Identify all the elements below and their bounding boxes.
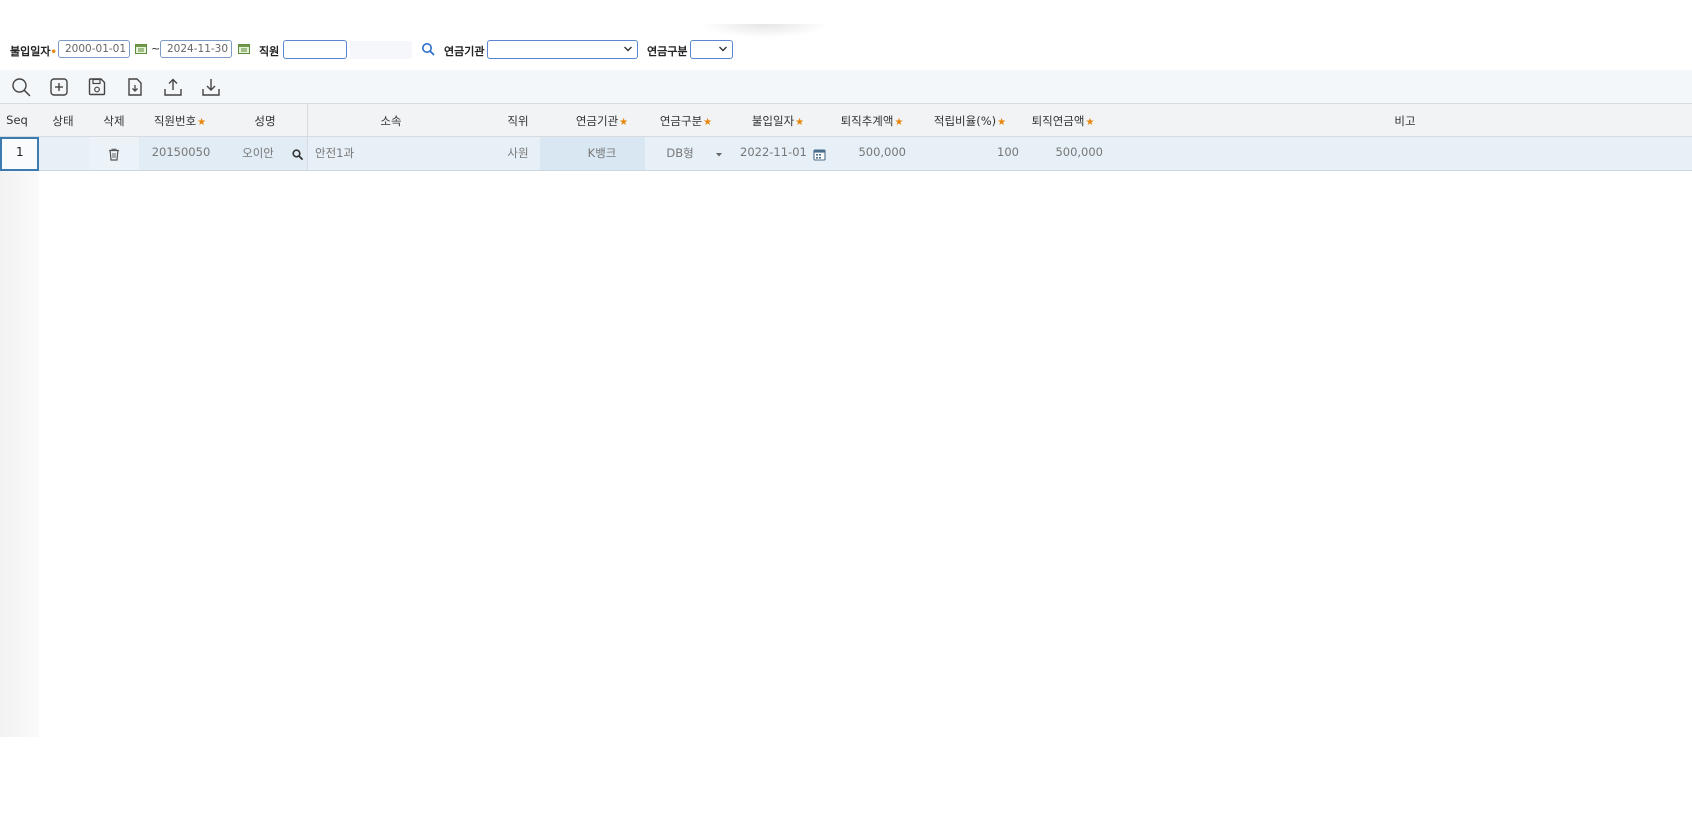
employee-label: 직원 — [259, 45, 280, 58]
calendar-icon[interactable] — [238, 43, 250, 54]
date-to-input[interactable]: 2024-11-30 — [160, 40, 232, 58]
search-icon[interactable] — [421, 42, 435, 56]
col-header-emp-no[interactable]: 직원번호★ — [154, 113, 206, 129]
institution-label: 연금기관 — [444, 45, 485, 58]
upload-icon[interactable] — [163, 77, 183, 97]
grid-header: Seq 상태 삭제 직원번호★ 성명 소속 직위 연금기관★ 연금구분★ 불입일… — [0, 103, 1692, 138]
download-icon[interactable] — [201, 77, 221, 97]
col-header-status[interactable]: 상태 — [52, 113, 73, 129]
dept-cell[interactable]: 안전1과 — [315, 145, 354, 161]
trash-icon[interactable] — [108, 148, 120, 161]
type-select[interactable] — [690, 40, 733, 59]
col-header-note[interactable]: 비고 — [1394, 113, 1415, 129]
pension-amount-cell[interactable]: 500,000 — [1055, 145, 1103, 159]
employee-input[interactable] — [283, 40, 347, 59]
institution-select[interactable] — [487, 40, 638, 59]
frozen-divider — [307, 104, 308, 138]
position-cell[interactable]: 사원 — [507, 145, 528, 161]
col-header-position[interactable]: 직위 — [507, 113, 528, 129]
seq-cell[interactable]: 1 — [0, 137, 39, 171]
col-header-name[interactable]: 성명 — [254, 113, 275, 129]
date-range-separator: ~ — [151, 42, 161, 55]
chevron-down-icon — [719, 46, 727, 52]
name-cell[interactable]: 오이안 — [242, 145, 274, 161]
date-from-input[interactable]: 2000-01-01 — [58, 40, 130, 58]
col-header-pay-date[interactable]: 불입일자★ — [752, 113, 804, 129]
chevron-down-icon — [624, 46, 632, 52]
add-icon[interactable] — [49, 77, 69, 97]
calendar-icon[interactable] — [813, 148, 826, 161]
col-header-dept[interactable]: 소속 — [380, 113, 401, 129]
toolbar — [0, 70, 1692, 103]
emp-no-cell[interactable]: 20150050 — [152, 145, 211, 159]
col-header-delete[interactable]: 삭제 — [103, 113, 124, 129]
caret-down-icon[interactable] — [715, 152, 723, 158]
save-icon[interactable] — [87, 77, 107, 97]
col-header-estimate[interactable]: 퇴직추계액★ — [841, 113, 904, 129]
pay-date-cell[interactable]: 2022-11-01 — [740, 145, 807, 159]
search-icon[interactable] — [292, 149, 303, 160]
employee-name-display — [350, 41, 412, 59]
col-header-ratio[interactable]: 적립비율(%)★ — [934, 113, 1006, 129]
estimate-cell[interactable]: 500,000 — [858, 145, 906, 159]
col-header-seq[interactable]: Seq — [6, 113, 28, 127]
calendar-icon[interactable] — [135, 43, 147, 54]
col-header-pension-type[interactable]: 연금구분★ — [660, 113, 712, 129]
institution-cell[interactable]: K뱅크 — [588, 145, 617, 161]
pension-type-cell[interactable]: DB형 — [666, 145, 693, 161]
col-header-institution[interactable]: 연금기관★ — [576, 113, 628, 129]
type-label: 연금구분 — [647, 45, 688, 58]
row-number-gutter — [0, 171, 39, 737]
table-row[interactable]: 1 20150050 오이안 안전1과 사원 K뱅크 DB형 2022-11-0… — [0, 137, 1692, 171]
search-bar: 불입일자• 2000-01-01 ~ 2024-11-30 직원 연금기관 연금… — [0, 38, 760, 62]
ratio-cell[interactable]: 100 — [997, 145, 1019, 159]
export-file-icon[interactable] — [125, 77, 145, 97]
popup-shadow — [700, 24, 830, 38]
col-header-pension-amount[interactable]: 퇴직연금액★ — [1032, 113, 1095, 129]
date-label: 불입일자• — [10, 45, 57, 58]
search-icon[interactable] — [11, 77, 31, 97]
